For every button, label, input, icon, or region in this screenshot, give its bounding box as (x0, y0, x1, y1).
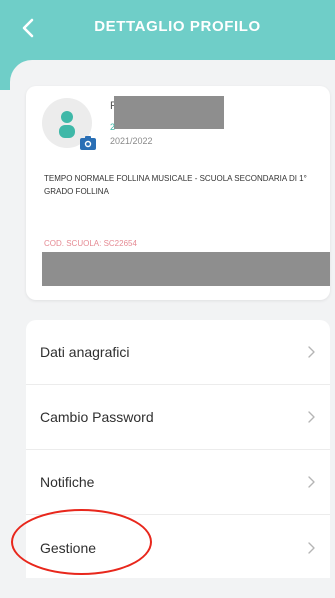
chevron-right-icon (308, 541, 315, 554)
menu-item-label: Gestione (40, 539, 97, 556)
menu-item-label: Dati anagrafici (40, 344, 130, 360)
back-button[interactable] (18, 14, 38, 42)
school-year: 2021/2022 (110, 136, 153, 146)
chevron-right-icon (308, 411, 315, 423)
menu-item-cambio-password[interactable]: Cambio Password (26, 385, 330, 450)
menu-item-gestione[interactable]: Gestione (26, 515, 330, 580)
menu-item-notifiche[interactable]: Notifiche (26, 450, 330, 515)
redacted-name (114, 96, 224, 129)
avatar[interactable] (42, 98, 96, 150)
menu-item-dati-anagrafici[interactable]: Dati anagrafici (26, 320, 330, 385)
chevron-right-icon (308, 476, 315, 488)
school-code: COD. SCUOLA: SC22654 (44, 239, 137, 248)
menu-item-label: Cambio Password (40, 409, 154, 425)
menu-item-label: Notifiche (40, 474, 95, 490)
settings-menu: Dati anagrafici Cambio Password Notifich… (26, 320, 330, 578)
chevron-left-icon (22, 18, 34, 38)
profile-card: F 2 2021/2022 TEMPO NORMALE FOLLINA MUSI… (26, 86, 330, 300)
camera-icon[interactable] (80, 136, 96, 150)
page-title: DETTAGLIO PROFILO (94, 18, 261, 35)
chevron-right-icon (308, 346, 315, 358)
profile-class: 2 (110, 122, 116, 132)
school-name: TEMPO NORMALE FOLLINA MUSICALE - SCUOLA … (44, 174, 307, 196)
redacted-info (42, 252, 330, 286)
